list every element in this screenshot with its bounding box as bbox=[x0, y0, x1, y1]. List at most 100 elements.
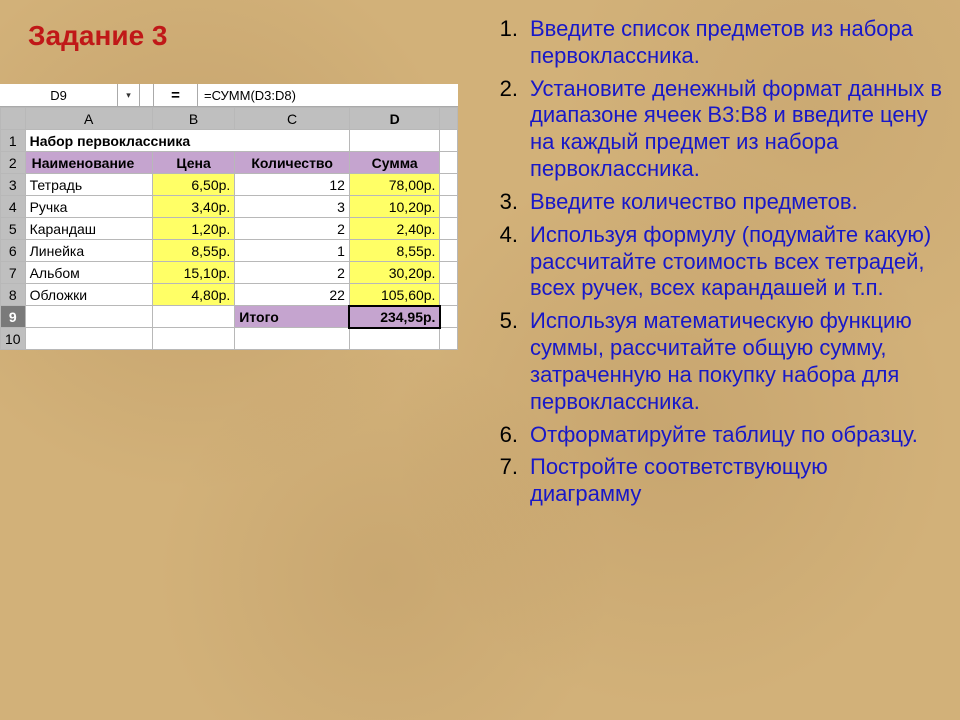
list-item: 2. Установите денежный формат данных в ди… bbox=[482, 76, 944, 183]
row-2: 2 Наименование Цена Количество Сумма bbox=[1, 152, 458, 174]
step-number: 3. bbox=[482, 189, 518, 216]
row-header-5[interactable]: 5 bbox=[1, 218, 26, 240]
step-text: Установите денежный формат данных в диап… bbox=[530, 76, 942, 181]
row-header-2[interactable]: 2 bbox=[1, 152, 26, 174]
cell-C7[interactable]: 2 bbox=[235, 262, 350, 284]
list-item: 1. Введите список предметов из набора пер… bbox=[482, 16, 944, 70]
cell-D2[interactable]: Сумма bbox=[349, 152, 440, 174]
cell-B7[interactable]: 15,10р. bbox=[152, 262, 234, 284]
col-header-A[interactable]: A bbox=[25, 108, 152, 130]
cell-filler bbox=[440, 218, 458, 240]
table-row: 8 Обложки 4,80р. 22 105,60р. bbox=[1, 284, 458, 306]
cell-D8[interactable]: 105,60р. bbox=[349, 284, 440, 306]
step-number: 4. bbox=[482, 222, 518, 249]
cell-A9[interactable] bbox=[25, 306, 152, 328]
list-item: 4.Используя формулу (подумайте какую) ра… bbox=[482, 222, 944, 302]
cell-C2[interactable]: Количество bbox=[235, 152, 350, 174]
cell-A7[interactable]: Альбом bbox=[25, 262, 152, 284]
name-box-dropdown-icon[interactable]: ▾ bbox=[118, 84, 140, 106]
table-row: 4 Ручка 3,40р. 3 10,20р. bbox=[1, 196, 458, 218]
select-all-corner[interactable] bbox=[1, 108, 26, 130]
row-header-4[interactable]: 4 bbox=[1, 196, 26, 218]
cell-C8[interactable]: 22 bbox=[235, 284, 350, 306]
col-header-filler bbox=[440, 108, 458, 130]
cell-D9-active[interactable]: 234,95р. bbox=[349, 306, 440, 328]
step-number: 5. bbox=[482, 308, 518, 335]
cell-B3[interactable]: 6,50р. bbox=[152, 174, 234, 196]
cell-filler bbox=[440, 174, 458, 196]
col-header-C[interactable]: C bbox=[235, 108, 350, 130]
cell-A6[interactable]: Линейка bbox=[25, 240, 152, 262]
cell-B8[interactable]: 4,80р. bbox=[152, 284, 234, 306]
row-header-1[interactable]: 1 bbox=[1, 130, 26, 152]
list-item: 7. Постройте соответствующую диаграмму bbox=[482, 454, 944, 508]
cell-A10[interactable] bbox=[25, 328, 152, 350]
table-row: 5 Карандаш 1,20р. 2 2,40р. bbox=[1, 218, 458, 240]
cell-D7[interactable]: 30,20р. bbox=[349, 262, 440, 284]
list-item: 5. Используя математическую функцию суммы… bbox=[482, 308, 944, 415]
instructions-list: 1. Введите список предметов из набора пер… bbox=[482, 16, 944, 514]
cell-C4[interactable]: 3 bbox=[235, 196, 350, 218]
cell-A1[interactable]: Набор первоклассника bbox=[25, 130, 349, 152]
row-header-7[interactable]: 7 bbox=[1, 262, 26, 284]
cell-B5[interactable]: 1,20р. bbox=[152, 218, 234, 240]
cell-D3[interactable]: 78,00р. bbox=[349, 174, 440, 196]
equals-icon: = bbox=[154, 84, 198, 106]
formula-bar-spacer bbox=[140, 84, 154, 106]
table-row: 6 Линейка 8,55р. 1 8,55р. bbox=[1, 240, 458, 262]
cell-A8[interactable]: Обложки bbox=[25, 284, 152, 306]
spreadsheet-grid[interactable]: A B C D 1 Набор первоклассника 2 Наимено… bbox=[0, 107, 458, 350]
cell-B4[interactable]: 3,40р. bbox=[152, 196, 234, 218]
row-header-9[interactable]: 9 bbox=[1, 306, 26, 328]
table-row: 7 Альбом 15,10р. 2 30,20р. bbox=[1, 262, 458, 284]
cell-A5[interactable]: Карандаш bbox=[25, 218, 152, 240]
cell-A2[interactable]: Наименование bbox=[25, 152, 152, 174]
cell-A4[interactable]: Ручка bbox=[25, 196, 152, 218]
cell-C9[interactable]: Итого bbox=[235, 306, 350, 328]
row-header-10[interactable]: 10 bbox=[1, 328, 26, 350]
step-text: Введите количество предметов. bbox=[530, 189, 858, 214]
cell-C5[interactable]: 2 bbox=[235, 218, 350, 240]
cell-C6[interactable]: 1 bbox=[235, 240, 350, 262]
step-number: 6. bbox=[482, 422, 518, 449]
cell-filler bbox=[440, 284, 458, 306]
formula-bar: D9 ▾ = =СУММ(D3:D8) bbox=[0, 84, 458, 107]
cell-B10[interactable] bbox=[152, 328, 234, 350]
cell-filler bbox=[440, 240, 458, 262]
cell-filler bbox=[440, 328, 458, 350]
cell-filler bbox=[440, 262, 458, 284]
cell-D5[interactable]: 2,40р. bbox=[349, 218, 440, 240]
cell-filler bbox=[440, 196, 458, 218]
list-item: 3. Введите количество предметов. bbox=[482, 189, 944, 216]
step-number: 2. bbox=[482, 76, 518, 103]
list-item: 6. Отформатируйте таблицу по образцу. bbox=[482, 422, 944, 449]
formula-input[interactable]: =СУММ(D3:D8) bbox=[198, 88, 458, 103]
col-header-D[interactable]: D bbox=[349, 108, 440, 130]
step-text: Используя математическую функцию суммы, … bbox=[530, 308, 912, 413]
step-number: 1. bbox=[482, 16, 518, 43]
row-header-8[interactable]: 8 bbox=[1, 284, 26, 306]
cell-D4[interactable]: 10,20р. bbox=[349, 196, 440, 218]
cell-B6[interactable]: 8,55р. bbox=[152, 240, 234, 262]
name-box[interactable]: D9 bbox=[0, 84, 118, 106]
step-text: Введите список предметов из набора перво… bbox=[530, 16, 913, 68]
cell-C3[interactable]: 12 bbox=[235, 174, 350, 196]
cell-B2[interactable]: Цена bbox=[152, 152, 234, 174]
cell-filler bbox=[440, 152, 458, 174]
row-header-6[interactable]: 6 bbox=[1, 240, 26, 262]
step-text: Отформатируйте таблицу по образцу. bbox=[530, 422, 918, 447]
cell-D1[interactable] bbox=[349, 130, 440, 152]
row-10: 10 bbox=[1, 328, 458, 350]
cell-filler bbox=[440, 306, 458, 328]
row-header-3[interactable]: 3 bbox=[1, 174, 26, 196]
column-header-row: A B C D bbox=[1, 108, 458, 130]
col-header-B[interactable]: B bbox=[152, 108, 234, 130]
cell-C10[interactable] bbox=[235, 328, 350, 350]
cell-D6[interactable]: 8,55р. bbox=[349, 240, 440, 262]
cell-filler bbox=[440, 130, 458, 152]
cell-B9[interactable] bbox=[152, 306, 234, 328]
cell-D10[interactable] bbox=[349, 328, 440, 350]
cell-A3[interactable]: Тетрадь bbox=[25, 174, 152, 196]
step-number: 7. bbox=[482, 454, 518, 481]
step-text: Постройте соответствующую диаграмму bbox=[530, 454, 828, 506]
